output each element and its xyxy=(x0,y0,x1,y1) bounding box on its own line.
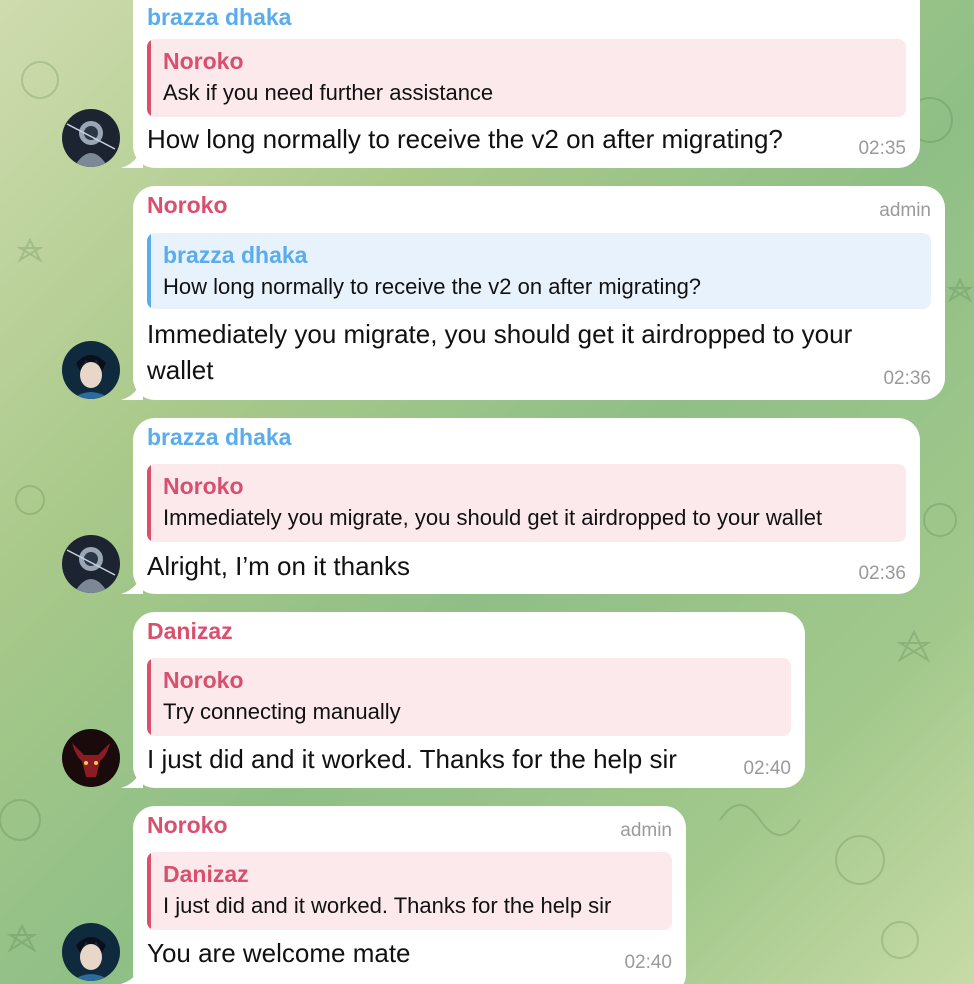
sender-name[interactable]: brazza dhaka xyxy=(147,4,291,31)
message-bubble[interactable]: brazza dhaka Noroko Ask if you need furt… xyxy=(121,0,920,168)
reply-quote[interactable]: Danizaz I just did and it worked. Thanks… xyxy=(147,852,672,930)
reply-sender: brazza dhaka xyxy=(163,242,308,268)
reply-sender: Noroko xyxy=(163,48,244,74)
message-text: I just did and it worked. Thanks for the… xyxy=(147,744,677,774)
reply-quote[interactable]: brazza dhaka How long normally to receiv… xyxy=(147,233,931,309)
reply-text: Ask if you need further assistance xyxy=(163,80,494,105)
admin-badge: admin xyxy=(620,820,672,841)
reply-text: I just did and it worked. Thanks for the… xyxy=(163,893,612,918)
anime-boy-avatar[interactable] xyxy=(62,923,120,981)
reply-sender: Noroko xyxy=(163,473,244,499)
bubble-tail xyxy=(121,964,143,984)
message-time: 02:36 xyxy=(858,563,906,584)
sender-name[interactable]: Noroko xyxy=(147,812,228,839)
reply-sender: Danizaz xyxy=(163,861,249,887)
admin-badge: admin xyxy=(879,200,931,221)
message-text-line-1: Immediately you migrate, you should get … xyxy=(147,319,853,349)
message-bubble[interactable]: brazza dhaka Noroko Immediately you migr… xyxy=(121,418,920,594)
reply-quote[interactable]: Noroko Try connecting manually xyxy=(147,658,791,736)
sender-name[interactable]: brazza dhaka xyxy=(147,424,291,451)
message-text: You are welcome mate xyxy=(147,938,411,968)
reply-text: How long normally to receive the v2 on a… xyxy=(163,274,702,299)
astronaut-avatar[interactable] xyxy=(62,109,120,167)
reply-text: Try connecting manually xyxy=(163,699,401,724)
reply-sender: Noroko xyxy=(163,667,244,693)
reply-quote[interactable]: Noroko Ask if you need further assistanc… xyxy=(147,39,906,117)
anime-boy-avatar[interactable] xyxy=(62,341,120,399)
message-bubble[interactable]: Danizaz Noroko Try connecting manually I… xyxy=(121,612,805,788)
sender-name[interactable]: Noroko xyxy=(147,192,228,219)
message-time: 02:40 xyxy=(624,952,672,973)
bubble-tail xyxy=(121,380,143,400)
sender-name[interactable]: Danizaz xyxy=(147,618,233,645)
reply-text: Immediately you migrate, you should get … xyxy=(163,505,823,530)
message-time: 02:35 xyxy=(858,138,906,159)
message-text-line-2: wallet xyxy=(147,355,214,385)
message-time: 02:40 xyxy=(743,758,791,779)
message-time: 02:36 xyxy=(883,368,931,389)
astronaut-avatar[interactable] xyxy=(62,535,120,593)
bubble-tail xyxy=(121,574,143,594)
message-bubble[interactable]: Noroko admin Danizaz I just did and it w… xyxy=(121,806,686,984)
bubble-tail xyxy=(121,148,143,168)
message-text: How long normally to receive the v2 on a… xyxy=(147,124,783,154)
message-bubble[interactable]: Noroko admin brazza dhaka How long norma… xyxy=(121,186,945,400)
message-text: Alright, I’m on it thanks xyxy=(147,551,410,581)
bubble-tail xyxy=(121,768,143,788)
reply-quote[interactable]: Noroko Immediately you migrate, you shou… xyxy=(147,464,906,542)
red-bull-avatar[interactable] xyxy=(62,729,120,787)
